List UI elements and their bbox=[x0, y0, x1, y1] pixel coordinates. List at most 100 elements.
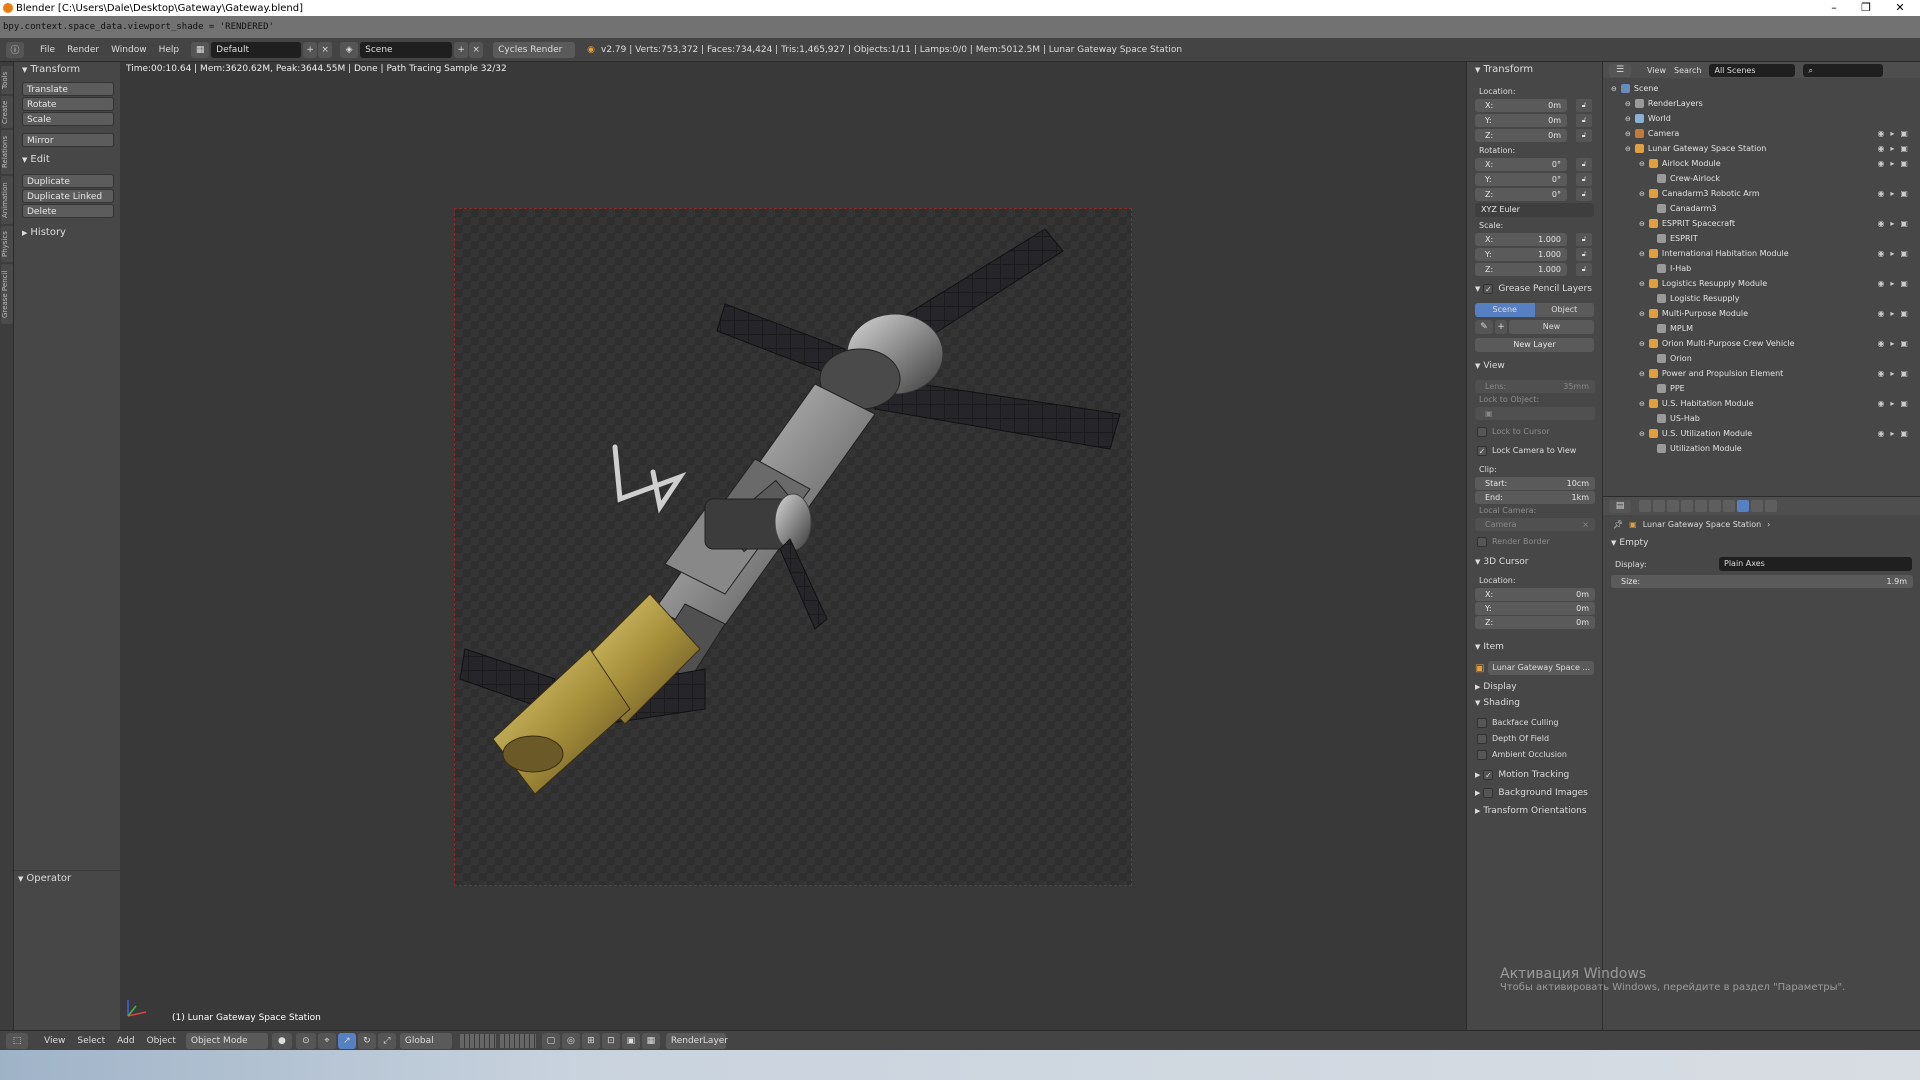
render-animation-icon[interactable]: ▦ bbox=[641, 1032, 660, 1049]
transform-orientation-dropdown[interactable]: Global bbox=[399, 1032, 452, 1049]
visibility-toggle-icons[interactable]: ◉▸▣ bbox=[1877, 126, 1914, 141]
empty-panel-header[interactable]: ▼ Empty bbox=[1603, 535, 1920, 551]
location-y-field[interactable]: Y: 0m bbox=[1475, 114, 1567, 127]
layer-buttons-icon[interactable] bbox=[499, 1033, 536, 1048]
duplicate-linked-button[interactable]: Duplicate Linked bbox=[22, 189, 114, 203]
layer-buttons-icon[interactable] bbox=[459, 1033, 496, 1048]
location-x-field[interactable]: X: 0m bbox=[1475, 99, 1567, 112]
render-tab-icon[interactable] bbox=[1639, 500, 1651, 512]
rotation-z-field[interactable]: Z: 0° bbox=[1475, 188, 1567, 201]
outliner-row[interactable]: US-Hab bbox=[1603, 411, 1920, 426]
disclosure-triangle-icon[interactable]: ⊖ bbox=[1639, 280, 1645, 288]
lock-icon[interactable]: 🔓︎ bbox=[1576, 188, 1592, 201]
manipulator-icon[interactable]: ⌖ bbox=[317, 1032, 336, 1049]
gp-scene-toggle[interactable]: Scene bbox=[1475, 303, 1535, 317]
disclosure-triangle-icon[interactable]: ⊖ bbox=[1639, 190, 1645, 198]
rotation-x-field[interactable]: X: 0° bbox=[1475, 158, 1567, 171]
motion-tracking-header[interactable]: ▶ ✓ Motion Tracking bbox=[1467, 767, 1602, 783]
cursor-y-field[interactable]: Y: 0m bbox=[1475, 602, 1595, 615]
outliner-row[interactable]: Canadarm3 bbox=[1603, 201, 1920, 216]
depth-of-field-checkbox[interactable]: Depth Of Field bbox=[1467, 731, 1602, 747]
remove-layout-icon[interactable]: × bbox=[318, 41, 333, 58]
display-header[interactable]: ▶ Display bbox=[1467, 679, 1602, 695]
lens-field[interactable]: Lens: 35mm bbox=[1475, 380, 1595, 393]
visibility-toggle-icons[interactable]: ◉▸▣ bbox=[1877, 306, 1914, 321]
lock-object-field[interactable]: ▣ bbox=[1475, 407, 1595, 420]
tab-create[interactable]: Create bbox=[1, 96, 13, 128]
tab-physics[interactable]: Physics bbox=[1, 226, 13, 262]
scale-y-field[interactable]: Y: 1.000 bbox=[1475, 248, 1567, 261]
shading-mode-icon[interactable]: ● bbox=[271, 1032, 292, 1049]
pencil-icon[interactable]: ✎ bbox=[1475, 320, 1493, 334]
rotation-mode-dropdown[interactable]: XYZ Euler bbox=[1475, 203, 1594, 217]
duplicate-button[interactable]: Duplicate bbox=[22, 174, 114, 188]
visibility-toggle-icons[interactable]: ◉▸▣ bbox=[1877, 336, 1914, 351]
add-scene-icon[interactable]: + bbox=[454, 41, 469, 58]
visibility-toggle-icons[interactable]: ◉▸▣ bbox=[1877, 141, 1914, 156]
add-layout-icon[interactable]: + bbox=[303, 41, 318, 58]
grease-pencil-header[interactable]: ▼ ✓ Grease Pencil Layers bbox=[1467, 281, 1602, 297]
layout-selector[interactable]: Default bbox=[211, 41, 302, 58]
outliner-row[interactable]: ESPRIT bbox=[1603, 231, 1920, 246]
texture-tab-icon[interactable] bbox=[1751, 500, 1763, 512]
lock-camera-checkbox[interactable]: ✓ Lock Camera to View bbox=[1467, 443, 1602, 459]
pivot-point-icon[interactable]: ⊙ bbox=[295, 1032, 316, 1049]
outliner-row[interactable]: ⊖ Orion Multi-Purpose Crew Vehicle ◉▸▣ bbox=[1603, 336, 1920, 351]
tab-grease-pencil[interactable]: Grease Pencil bbox=[1, 264, 13, 324]
mirror-button[interactable]: Mirror bbox=[22, 133, 114, 147]
disclosure-triangle-icon[interactable]: ⊖ bbox=[1639, 370, 1645, 378]
tab-animation[interactable]: Animation bbox=[1, 176, 13, 224]
disclosure-triangle-icon[interactable]: ⊖ bbox=[1639, 310, 1645, 318]
clip-end-field[interactable]: End: 1km bbox=[1475, 491, 1595, 504]
background-images-checkbox[interactable] bbox=[1483, 787, 1494, 798]
add-icon[interactable]: + bbox=[1495, 320, 1507, 334]
menu-object[interactable]: Object bbox=[141, 1033, 182, 1049]
outliner-row[interactable]: ⊖ ESPRIT Spacecraft ◉▸▣ bbox=[1603, 216, 1920, 231]
outliner-row[interactable]: Utilization Module bbox=[1603, 441, 1920, 456]
outliner-row[interactable]: PPE bbox=[1603, 381, 1920, 396]
transform-orientations-header[interactable]: ▶ Transform Orientations bbox=[1467, 803, 1602, 819]
delete-button[interactable]: Delete bbox=[22, 204, 114, 218]
close-button[interactable]: ✕ bbox=[1880, 0, 1920, 16]
edit-panel-header[interactable]: ▼ Edit bbox=[14, 152, 120, 168]
scale-manipulator-icon[interactable]: ⤢ bbox=[377, 1032, 396, 1049]
snap-element-icon[interactable]: ⊡ bbox=[601, 1032, 620, 1049]
outliner-row[interactable]: Orion bbox=[1603, 351, 1920, 366]
disclosure-triangle-icon[interactable]: ⊖ bbox=[1625, 100, 1631, 108]
translate-manipulator-icon[interactable]: ↗ bbox=[337, 1032, 356, 1049]
menu-add[interactable]: Add bbox=[111, 1033, 140, 1049]
outliner-row[interactable]: ⊖ U.S. Utilization Module ◉▸▣ bbox=[1603, 426, 1920, 441]
scale-z-field[interactable]: Z: 1.000 bbox=[1475, 263, 1567, 276]
gp-new-button[interactable]: New bbox=[1509, 320, 1594, 334]
grease-pencil-checkbox[interactable]: ✓ bbox=[1483, 283, 1494, 294]
physics-tab-icon[interactable] bbox=[1765, 500, 1777, 512]
empty-display-dropdown[interactable]: Plain Axes bbox=[1719, 557, 1912, 571]
lock-icon[interactable]: 🔓︎ bbox=[1576, 233, 1592, 246]
visibility-toggle-icons[interactable]: ◉▸▣ bbox=[1877, 366, 1914, 381]
lock-icon[interactable]: 🔓︎ bbox=[1576, 248, 1592, 261]
rotation-y-field[interactable]: Y: 0° bbox=[1475, 173, 1567, 186]
render-layer-dropdown[interactable]: RenderLayer bbox=[665, 1032, 728, 1049]
scene-icon[interactable]: ◈ bbox=[340, 41, 359, 58]
outliner-row[interactable]: ⊖ World bbox=[1603, 111, 1920, 126]
render-layers-tab-icon[interactable] bbox=[1653, 500, 1665, 512]
visibility-toggle-icons[interactable]: ◉▸▣ bbox=[1877, 276, 1914, 291]
visibility-toggle-icons[interactable]: ◉▸▣ bbox=[1877, 216, 1914, 231]
editor-type-icon[interactable]: ☰ bbox=[1609, 63, 1631, 77]
disclosure-triangle-icon[interactable]: ⊖ bbox=[1639, 340, 1645, 348]
outliner-view-menu[interactable]: View bbox=[1647, 66, 1666, 75]
visibility-toggle-icons[interactable]: ◉▸▣ bbox=[1877, 156, 1914, 171]
pin-icon[interactable]: 📌︎ bbox=[1613, 515, 1623, 535]
menu-file[interactable]: File bbox=[34, 42, 61, 58]
disclosure-triangle-icon[interactable]: ⊖ bbox=[1611, 85, 1617, 93]
outliner-search-input[interactable]: ⌕ bbox=[1803, 63, 1884, 77]
lock-icon[interactable]: 🔓︎ bbox=[1576, 173, 1592, 186]
visibility-toggle-icons[interactable]: ◉▸▣ bbox=[1877, 426, 1914, 441]
menu-window[interactable]: Window bbox=[105, 42, 153, 58]
editor-type-icon[interactable]: ⬚ bbox=[6, 1032, 28, 1049]
scene-selector[interactable]: Scene bbox=[360, 41, 453, 58]
lock-to-cursor-checkbox[interactable]: Lock to Cursor bbox=[1467, 424, 1602, 440]
outliner-row[interactable]: ⊖ Power and Propulsion Element ◉▸▣ bbox=[1603, 366, 1920, 381]
visibility-toggle-icons[interactable]: ◉▸▣ bbox=[1877, 396, 1914, 411]
operator-panel-header[interactable]: ▼ Operator bbox=[14, 870, 120, 886]
